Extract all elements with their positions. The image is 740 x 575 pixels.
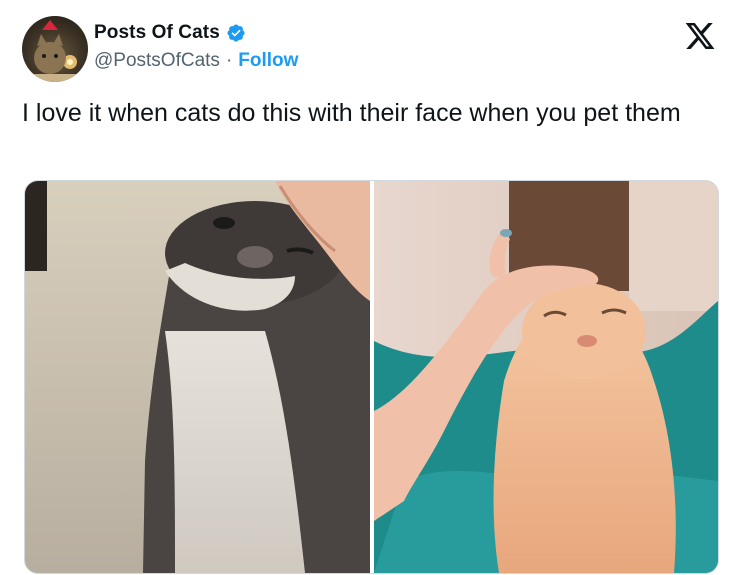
grey-cat-photo [25,181,370,573]
x-logo-icon[interactable] [683,20,717,52]
verified-badge-icon [227,24,245,42]
author-name-row: Posts Of Cats [94,22,246,44]
orange-cat-photo [374,181,718,573]
media-grid [24,180,719,574]
tweet-text: I love it when cats do this with their f… [22,99,681,127]
follow-button[interactable]: Follow [238,50,298,72]
author-handle[interactable]: @PostsOfCats [94,50,220,72]
cat-avatar-icon [22,20,88,82]
media-photo-right[interactable] [374,181,718,573]
author-handle-row: @PostsOfCats · Follow [94,50,298,72]
handle-separator: · [225,50,233,71]
author-display-name[interactable]: Posts Of Cats [94,22,220,44]
author-avatar[interactable] [22,16,88,82]
tweet-card: Posts Of Cats @PostsOfCats · Follow I lo… [0,0,740,575]
media-photo-left[interactable] [25,181,370,573]
